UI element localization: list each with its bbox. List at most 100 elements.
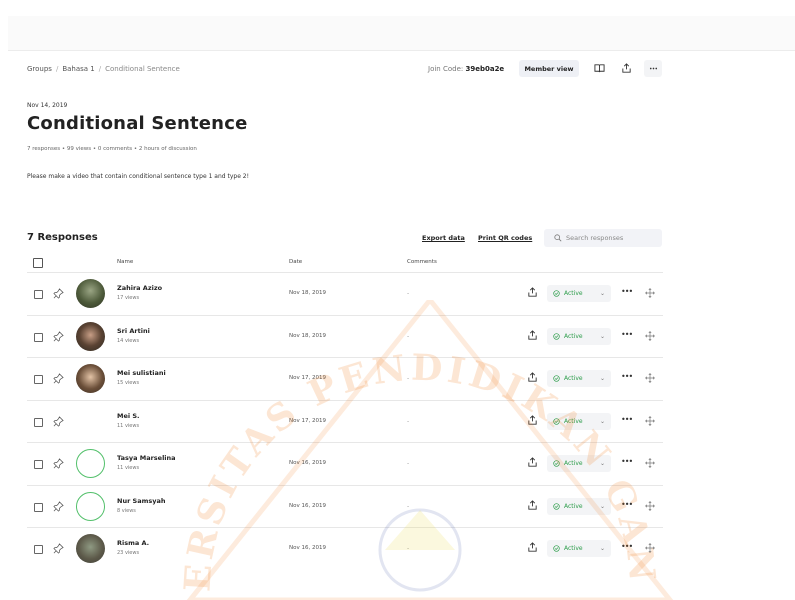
share-icon[interactable] (527, 329, 538, 341)
share-icon[interactable] (527, 542, 538, 553)
table-row[interactable]: Zahira Azizo 17 views Nov 18, 2019 - Act… (27, 272, 663, 315)
table-row[interactable]: Risma A. 23 views Nov 16, 2019 - Active … (27, 527, 663, 570)
response-date: Nov 17, 2019 (289, 417, 326, 424)
drag-handle-icon[interactable] (645, 288, 655, 298)
drag-handle-icon[interactable] (645, 543, 655, 553)
more-options-icon[interactable]: ••• (621, 287, 633, 296)
avatar[interactable] (76, 449, 105, 478)
status-select[interactable]: Active ⌄ (547, 497, 611, 515)
row-checkbox[interactable] (34, 545, 43, 554)
pin-icon[interactable] (53, 543, 64, 554)
pin-icon[interactable] (53, 330, 64, 342)
status-label: Active (564, 290, 583, 297)
status-label: Active (564, 417, 583, 425)
share-icon[interactable] (527, 414, 538, 426)
status-label: Active (564, 332, 583, 340)
comment-count: - (407, 545, 410, 552)
avatar[interactable] (76, 321, 105, 351)
share-icon[interactable] (527, 457, 538, 468)
view-count: 11 views (117, 465, 140, 471)
more-options-icon[interactable]: ••• (621, 500, 633, 509)
drag-handle-icon[interactable] (645, 415, 655, 426)
responder-name[interactable]: Zahira Azizo (117, 284, 162, 292)
more-options-icon[interactable]: ••• (621, 542, 633, 551)
more-options-icon[interactable]: ••• (621, 457, 633, 466)
status-select[interactable]: Active ⌄ (547, 327, 611, 345)
chevron-down-icon: ⌄ (599, 460, 605, 467)
comment-count: - (407, 502, 410, 510)
row-checkbox[interactable] (34, 290, 43, 299)
table-row[interactable]: Mei sulistiani 15 views Nov 17, 2019 - A… (27, 357, 663, 400)
responder-name[interactable]: Risma A. (117, 539, 149, 547)
more-options-icon[interactable]: ••• (621, 415, 633, 424)
search-responses[interactable]: Search responses (544, 229, 662, 247)
responder-name[interactable]: Mei sulistiani (117, 369, 166, 377)
pin-icon[interactable] (53, 458, 64, 469)
share-icon[interactable] (527, 499, 538, 511)
pin-icon[interactable] (53, 415, 64, 427)
table-row[interactable]: Nur Samsyah 8 views Nov 16, 2019 - Activ… (27, 484, 663, 528)
row-checkbox[interactable] (34, 502, 43, 512)
breadcrumb-groups[interactable]: Groups (27, 65, 52, 73)
view-count: 15 views (117, 380, 140, 386)
avatar[interactable] (76, 534, 105, 563)
table-row[interactable]: Tasya Marselina 11 views Nov 16, 2019 - … (27, 442, 663, 485)
status-select[interactable]: Active ⌄ (547, 540, 611, 557)
responder-name[interactable]: Sri Artini (117, 327, 150, 335)
join-code-value: 39eb0a2e (465, 65, 505, 73)
share-icon[interactable] (527, 372, 538, 383)
responder-name[interactable]: Nur Samsyah (117, 497, 166, 505)
topic-description: Please make a video that contain conditi… (27, 173, 250, 180)
member-view-button[interactable]: Member view (519, 60, 579, 77)
response-date: Nov 16, 2019 (289, 545, 326, 551)
top-bar (8, 16, 795, 51)
view-count: 17 views (117, 295, 140, 301)
select-all-checkbox[interactable] (33, 258, 43, 268)
responder-name[interactable]: Mei S. (117, 412, 140, 420)
avatar[interactable] (76, 491, 105, 521)
comment-count: - (407, 460, 410, 467)
check-circle-icon (553, 502, 560, 510)
column-name: Name (117, 259, 134, 265)
join-code: Join Code: 39eb0a2e (428, 65, 504, 73)
page-title: Conditional Sentence (27, 113, 248, 134)
search-input[interactable]: Search responses (566, 234, 623, 242)
avatar[interactable] (76, 279, 105, 308)
breadcrumb-group[interactable]: Bahasa 1 (62, 65, 94, 73)
status-select[interactable]: Active ⌄ (547, 370, 611, 387)
breadcrumb-current: Conditional Sentence (105, 65, 180, 73)
share-icon[interactable] (617, 60, 635, 77)
pin-icon[interactable] (53, 500, 64, 512)
avatar[interactable] (76, 407, 105, 436)
avatar[interactable] (76, 364, 105, 393)
response-date: Nov 16, 2019 (289, 460, 326, 466)
drag-handle-icon[interactable] (645, 458, 655, 468)
pin-icon[interactable] (53, 373, 64, 384)
more-options-icon[interactable] (644, 60, 662, 77)
row-checkbox[interactable] (34, 375, 43, 384)
status-label: Active (564, 545, 583, 552)
row-checkbox[interactable] (34, 417, 43, 427)
chevron-down-icon: ⌄ (599, 332, 605, 340)
more-options-icon[interactable]: ••• (621, 330, 633, 339)
pin-icon[interactable] (53, 288, 64, 299)
print-qr-link[interactable]: Print QR codes (478, 234, 532, 242)
drag-handle-icon[interactable] (645, 373, 655, 383)
export-data-link[interactable]: Export data (422, 234, 465, 242)
status-select[interactable]: Active ⌄ (547, 455, 611, 472)
view-count: 11 views (117, 422, 140, 429)
drag-handle-icon[interactable] (645, 330, 655, 341)
table-row[interactable]: Mei S. 11 views Nov 17, 2019 - Active ⌄ … (27, 399, 663, 443)
chevron-down-icon: ⌄ (599, 545, 605, 552)
status-select[interactable]: Active ⌄ (547, 285, 611, 302)
row-checkbox[interactable] (34, 460, 43, 469)
responder-name[interactable]: Tasya Marselina (117, 454, 176, 462)
book-icon[interactable] (590, 60, 608, 77)
table-row[interactable]: Sri Artini 14 views Nov 18, 2019 - Activ… (27, 314, 663, 358)
share-icon[interactable] (527, 287, 538, 298)
status-select[interactable]: Active ⌄ (547, 412, 611, 430)
response-date: Nov 17, 2019 (289, 375, 326, 381)
row-checkbox[interactable] (34, 332, 43, 342)
more-options-icon[interactable]: ••• (621, 372, 633, 381)
drag-handle-icon[interactable] (645, 500, 655, 511)
